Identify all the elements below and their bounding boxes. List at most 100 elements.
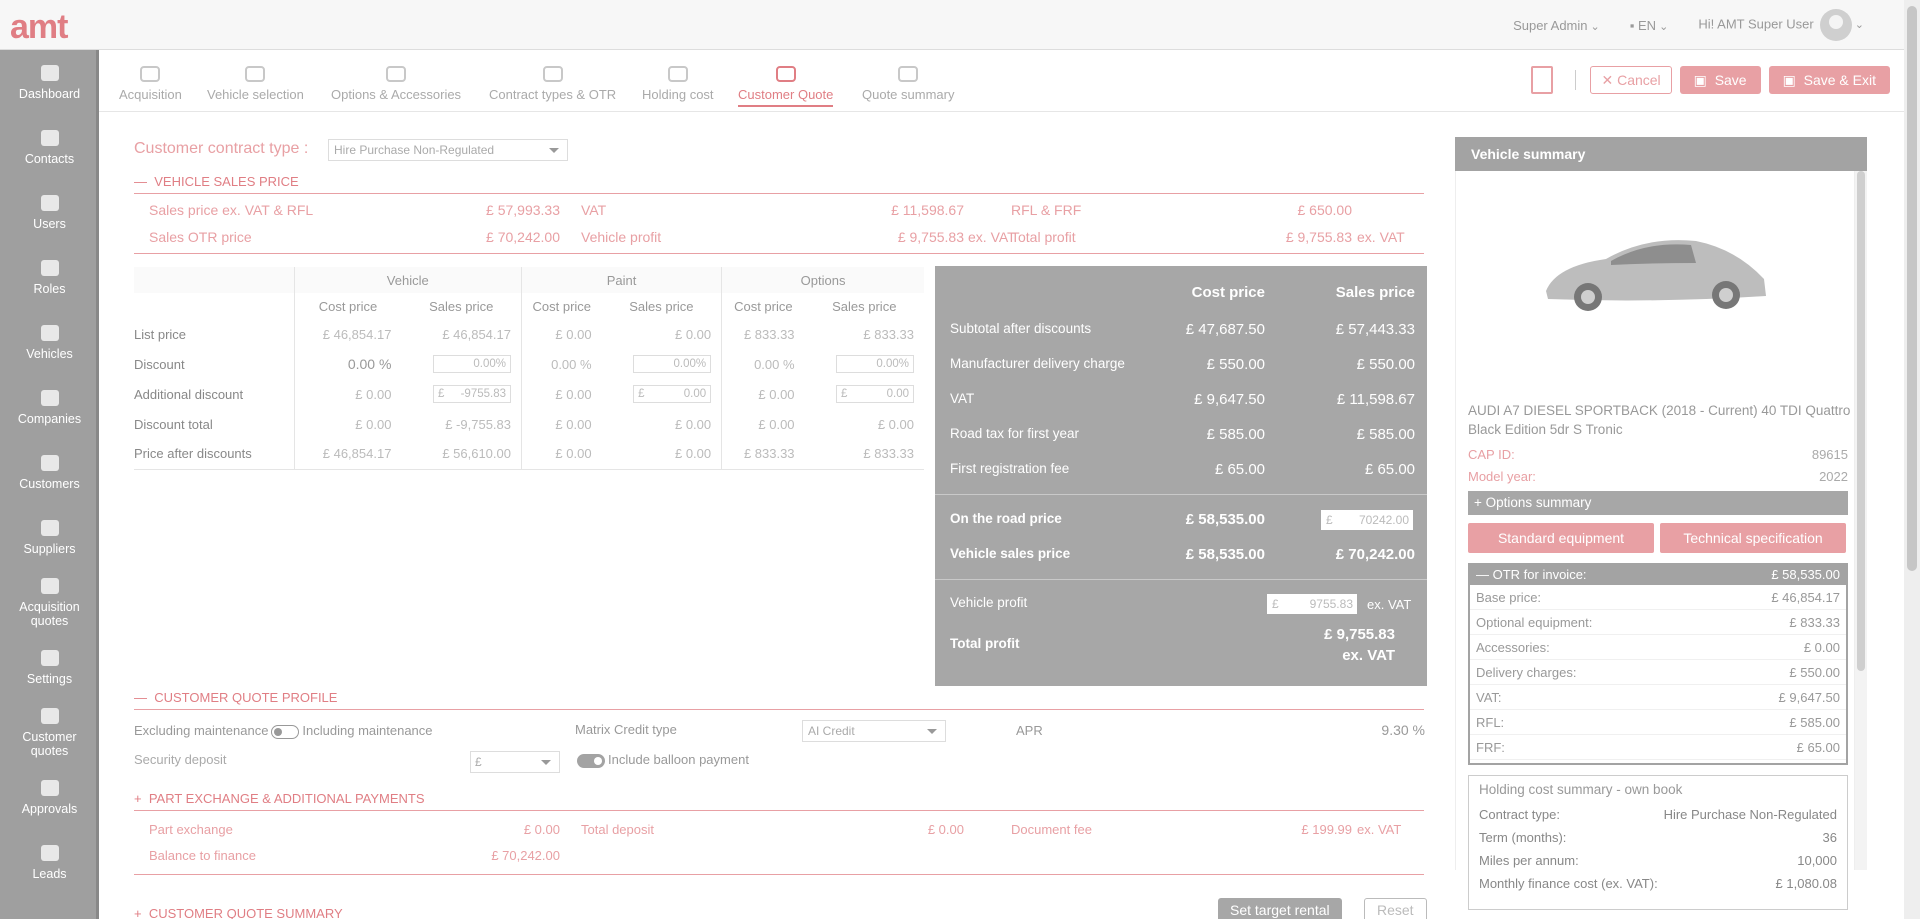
- holding-cost-title: Holding cost summary - own book: [1479, 782, 1683, 797]
- scroll-thumb[interactable]: [1857, 171, 1865, 671]
- section-part-exchange[interactable]: + PART EXCHANGE & ADDITIONAL PAYMENTS: [134, 791, 1424, 811]
- app-logo[interactable]: amt: [10, 8, 68, 47]
- summary-unit: ex. VAT: [968, 229, 1016, 245]
- vehicle-profit-input[interactable]: £9755.83: [1267, 594, 1357, 614]
- sidebar-item-label: Leads: [32, 866, 67, 881]
- sidebar-item-label: Users: [33, 216, 66, 231]
- divider: [1575, 70, 1577, 90]
- sidebar-item-settings[interactable]: Settings: [0, 635, 99, 700]
- cell: 0.00 %: [293, 349, 402, 379]
- otr-price-input[interactable]: £70242.00: [1321, 510, 1413, 530]
- document-icon[interactable]: [1531, 66, 1554, 94]
- sidebar-item-companies[interactable]: Companies: [0, 375, 99, 440]
- sidebar-item-customer-quotes[interactable]: Customer quotes: [0, 700, 99, 765]
- input-value: 0.00: [473, 358, 496, 370]
- matrix-credit-label: Matrix Credit type: [575, 722, 677, 737]
- calculator-icon: [542, 66, 563, 82]
- otr-header[interactable]: — OTR for invoice: £ 58,535.00: [1470, 565, 1846, 585]
- step-holding-cost[interactable]: Holding cost: [642, 66, 714, 102]
- otr-row-label: FRF:: [1476, 740, 1505, 755]
- balloon-toggle[interactable]: [577, 753, 605, 768]
- save-label: Save: [1714, 72, 1747, 88]
- step-customer-quote[interactable]: Customer Quote: [738, 66, 834, 107]
- security-deposit-input[interactable]: £: [470, 751, 560, 773]
- role-dropdown[interactable]: Super Admin: [1513, 18, 1600, 33]
- sidebar-item-acquisition-quotes[interactable]: Acquisition quotes: [0, 570, 99, 635]
- page-scrollbar[interactable]: [1904, 0, 1920, 919]
- save-button[interactable]: ▣ Save: [1679, 66, 1761, 94]
- summary-label: RFL & FRF: [1011, 202, 1082, 218]
- panel-value: £ 58,535.00: [1185, 546, 1265, 563]
- otr-invoice-box: — OTR for invoice: £ 58,535.00 Base price…: [1468, 563, 1848, 765]
- summary-value: £ 9,755.83: [1285, 229, 1352, 245]
- step-options-accessories[interactable]: Options & Accessories: [331, 66, 461, 102]
- section-customer-quote-profile[interactable]: — CUSTOMER QUOTE PROFILE: [134, 690, 1424, 710]
- standard-equipment-button[interactable]: Standard equipment: [1468, 523, 1654, 553]
- sidebar-item-label: Companies: [17, 411, 82, 426]
- vehicle-summary-scrollbar[interactable]: [1855, 171, 1867, 870]
- language-dropdown[interactable]: ▪ EN: [1630, 18, 1669, 33]
- cap-id-value: 89615: [1811, 447, 1848, 462]
- options-summary-toggle[interactable]: + Options summary: [1468, 491, 1848, 515]
- toggle-label: Include balloon payment: [608, 752, 749, 767]
- sidebar-item-customers[interactable]: Customers: [0, 440, 99, 505]
- vehicle-image: [1536, 221, 1776, 321]
- step-label: Vehicle selection: [207, 87, 304, 102]
- cell: £ 0.00: [520, 409, 602, 439]
- collapse-icon: —: [134, 690, 155, 705]
- step-contract-types[interactable]: Contract types & OTR: [489, 66, 616, 102]
- discount-input[interactable]: 0.00%: [433, 355, 511, 373]
- cancel-button[interactable]: ✕ Cancel: [1590, 66, 1672, 94]
- summary-label: Sales price ex. VAT & RFL: [149, 202, 314, 218]
- additional-discount-input[interactable]: £0.00: [836, 385, 914, 403]
- sidebar-item-approvals[interactable]: Approvals: [0, 765, 99, 830]
- discount-input[interactable]: 0.00%: [836, 355, 914, 373]
- maintenance-toggle[interactable]: [271, 724, 300, 739]
- row-label: Discount total: [134, 416, 213, 432]
- otr-label: OTR for invoice:: [1492, 567, 1587, 582]
- sidebar-item-roles[interactable]: Roles: [0, 245, 99, 310]
- step-quote-summary[interactable]: Quote summary: [862, 66, 954, 102]
- additional-discount-input[interactable]: £ -9755.83: [433, 385, 511, 403]
- discount-input[interactable]: 0.00%: [633, 355, 712, 373]
- top-bar: amt Super Admin ▪ EN Hi! AMT Super User: [0, 0, 1904, 50]
- panel-value: £ 47,687.50: [1185, 321, 1265, 338]
- input-value: 0.00: [886, 388, 909, 400]
- balloon-toggle-group: Include balloon payment: [574, 752, 749, 768]
- panel-value: £ 65.00: [1214, 461, 1265, 478]
- panel-label: Subtotal after discounts: [950, 321, 1092, 336]
- leads-icon: [40, 844, 59, 861]
- summary-label: Document fee: [1011, 822, 1092, 837]
- sidebar-item-vehicles[interactable]: Vehicles: [0, 310, 99, 375]
- reset-button[interactable]: Reset: [1364, 898, 1427, 919]
- input-value: 0.00: [683, 388, 707, 400]
- section-vehicle-sales-price[interactable]: — VEHICLE SALES PRICE: [134, 174, 1424, 194]
- user-menu[interactable]: Hi! AMT Super User: [1698, 9, 1864, 41]
- step-acquisition[interactable]: Acquisition: [119, 66, 182, 102]
- summary-unit: ex. VAT: [1357, 822, 1402, 837]
- sidebar-item-suppliers[interactable]: Suppliers: [0, 505, 99, 570]
- matrix-credit-select[interactable]: AI Credit: [802, 720, 946, 742]
- sidebar-item-dashboard[interactable]: Dashboard: [0, 50, 99, 115]
- technical-specification-button[interactable]: Technical specification: [1660, 523, 1846, 553]
- step-vehicle-selection[interactable]: Vehicle selection: [207, 66, 304, 102]
- save-exit-button[interactable]: ▣ Save & Exit: [1768, 66, 1890, 94]
- scroll-thumb[interactable]: [1907, 6, 1917, 571]
- sidebar-item-users[interactable]: Users: [0, 180, 99, 245]
- currency-symbol: £: [438, 388, 445, 400]
- sidebar-scrollbar[interactable]: [96, 50, 99, 919]
- cancel-label: Cancel: [1617, 72, 1661, 88]
- additional-discount-input[interactable]: £0.00: [633, 385, 712, 403]
- cell: £ 833.33: [721, 319, 805, 349]
- otr-row-value: £ 0.00: [1803, 640, 1840, 655]
- set-target-rental-button[interactable]: Set target rental: [1218, 898, 1342, 919]
- list-item: Delivery charges: £ 550.00: [1470, 660, 1846, 685]
- row-label: List price: [134, 326, 187, 342]
- contract-type-select[interactable]: Hire Purchase Non-Regulated: [328, 139, 568, 161]
- list-item: Miles per annum: 10,000: [1479, 849, 1837, 872]
- sidebar-item-leads[interactable]: Leads: [0, 830, 99, 895]
- summary-label: VAT: [581, 202, 607, 218]
- sidebar-item-contacts[interactable]: Contacts: [0, 115, 99, 180]
- summary-value: £ 11,598.67: [891, 202, 964, 218]
- cell: £ 46,854.17: [293, 319, 402, 349]
